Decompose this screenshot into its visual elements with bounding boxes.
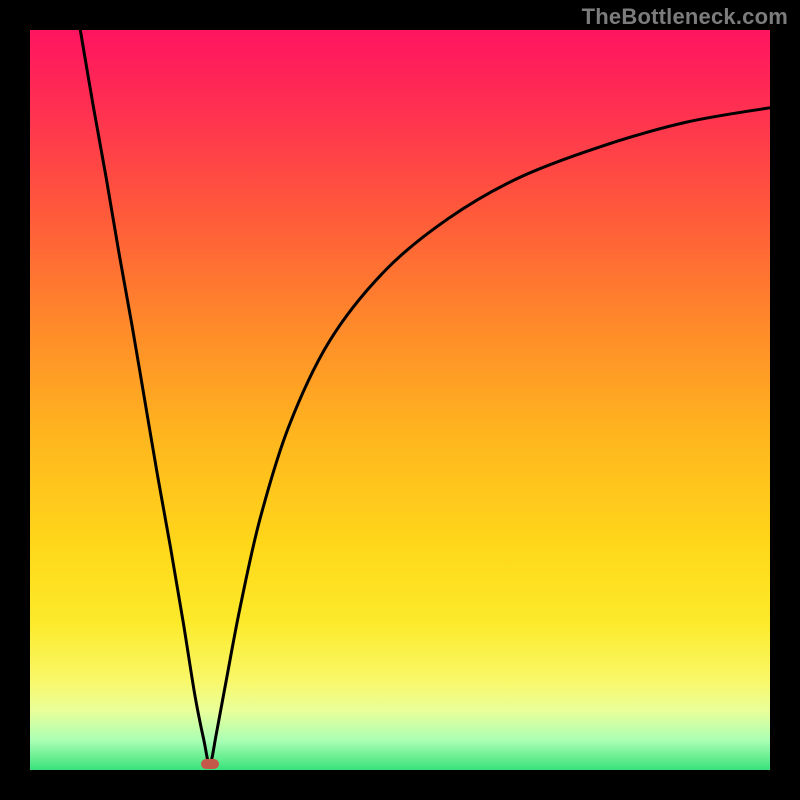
minimum-marker xyxy=(201,759,219,769)
heat-gradient xyxy=(30,30,770,770)
chart-frame: TheBottleneck.com xyxy=(0,0,800,800)
watermark-text: TheBottleneck.com xyxy=(582,4,788,30)
plot-area xyxy=(30,30,770,770)
